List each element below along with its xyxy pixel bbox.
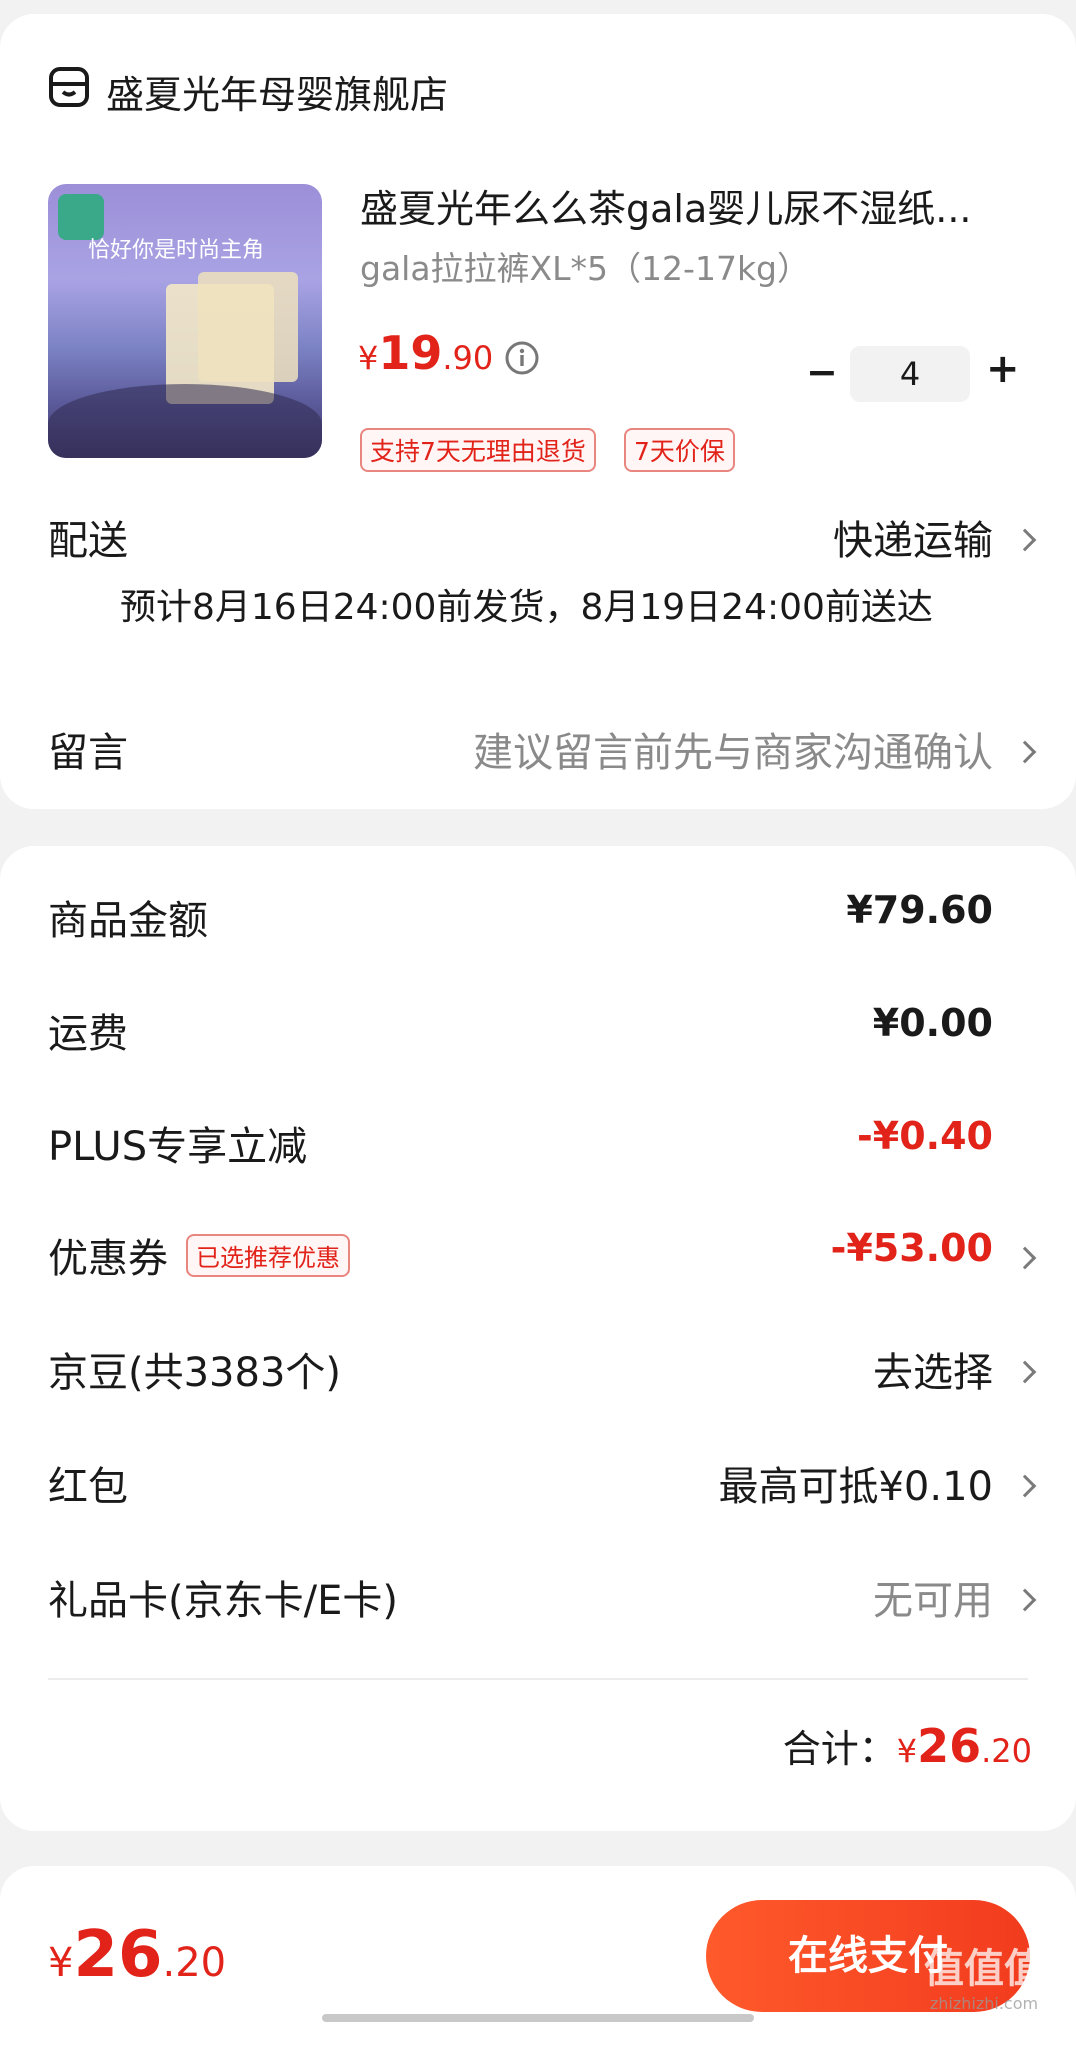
shop-name: 盛夏光年母婴旗舰店 [106, 73, 449, 117]
goods-amount-label: 商品金额 [48, 898, 208, 944]
quantity-plus-button[interactable]: + [986, 346, 1020, 392]
product-image-slogan: 恰好你是时尚主角 [88, 238, 265, 263]
price-symbol: ¥ [358, 339, 379, 377]
plus-discount-label: PLUS专享立减 [48, 1124, 308, 1170]
goods-amount-value: ¥79.60 [846, 888, 993, 932]
watermark: 值值值 zhizhizhi.com [924, 1936, 1044, 2013]
message-label: 留言 [48, 730, 128, 776]
quantity-value: 4 [899, 355, 921, 393]
info-icon[interactable] [504, 340, 540, 376]
price-dec: .90 [442, 339, 494, 377]
delivery-label: 配送 [48, 518, 128, 564]
plus-discount-value: -¥0.40 [857, 1114, 993, 1158]
product-image[interactable]: 恰好你是时尚主角 [48, 184, 322, 458]
shop-icon [49, 67, 89, 107]
shipping-value: ¥0.00 [872, 1001, 993, 1045]
delivery-estimate: 预计8月16日24:00前发货，8月19日24:00前送达 [120, 587, 933, 628]
total-symbol: ¥ [896, 1732, 918, 1770]
coupon-label: 优惠券 [48, 1236, 168, 1282]
red-packet-label: 红包 [48, 1464, 128, 1510]
tag-7day-return: 支持7天无理由退货 [360, 428, 596, 472]
watermark-text: 值值值 [924, 1946, 1044, 1992]
total-label: 合计： [782, 1727, 897, 1771]
product-price: ¥19.90 [358, 326, 493, 382]
chevron-right-icon[interactable] [1013, 1588, 1037, 1612]
chevron-right-icon[interactable] [1013, 1474, 1037, 1498]
rock-shape [48, 384, 322, 458]
gift-card-label: 礼品卡(京东卡/E卡) [48, 1578, 398, 1624]
quantity-input[interactable]: 4 [850, 346, 970, 402]
coupon-selected-tag: 已选推荐优惠 [186, 1234, 350, 1277]
chevron-right-icon[interactable] [1013, 740, 1037, 764]
message-input[interactable]: 建议留言前先与商家沟通确认 [473, 720, 993, 778]
order-total: 合计：¥26.20 [783, 1718, 1032, 1773]
red-packet-value[interactable]: 最高可抵¥0.10 [718, 1454, 993, 1512]
product-spec[interactable]: gala拉拉裤XL*5（12-17kg） [360, 242, 810, 290]
chevron-right-icon[interactable] [1013, 1246, 1037, 1270]
jd-bean-value[interactable]: 去选择 [873, 1340, 993, 1398]
product-title[interactable]: 盛夏光年么么茶gala婴儿尿不湿纸... [360, 178, 972, 233]
watermark-url: zhizhizhi.com [929, 1994, 1039, 2013]
package-stack-2 [198, 272, 298, 382]
shipping-label: 运费 [48, 1011, 128, 1057]
chevron-right-icon[interactable] [1013, 528, 1037, 552]
total-dec: .20 [981, 1732, 1032, 1770]
bottom-price-symbol: ¥ [48, 1940, 74, 1986]
total-int: 26 [917, 1719, 982, 1773]
quantity-minus-button[interactable]: − [806, 350, 838, 394]
bottom-price-dec: .20 [162, 1940, 227, 1986]
bottom-price-int: 26 [73, 1918, 163, 1992]
bottom-price: ¥26.20 [48, 1918, 226, 1992]
jd-bean-label: 京豆(共3383个) [48, 1350, 342, 1396]
price-int: 19 [378, 326, 443, 380]
divider [48, 1678, 1028, 1680]
coupon-value[interactable]: -¥53.00 [831, 1226, 993, 1270]
home-indicator [322, 2014, 754, 2022]
bottom-pay-bar: ¥26.20 在线支付 值值值 zhizhizhi.com [0, 1866, 1076, 2046]
chevron-right-icon[interactable] [1013, 1360, 1037, 1384]
order-card: 盛夏光年母婴旗舰店 恰好你是时尚主角 盛夏光年么么茶gala婴儿尿不湿纸... … [0, 14, 1076, 809]
gift-card-value[interactable]: 无可用 [873, 1568, 993, 1626]
delivery-method[interactable]: 快递运输 [833, 508, 993, 566]
price-summary-card: 商品金额 ¥79.60 运费 ¥0.00 PLUS专享立减 -¥0.40 优惠券… [0, 846, 1076, 1831]
tag-price-protect: 7天价保 [624, 428, 735, 472]
